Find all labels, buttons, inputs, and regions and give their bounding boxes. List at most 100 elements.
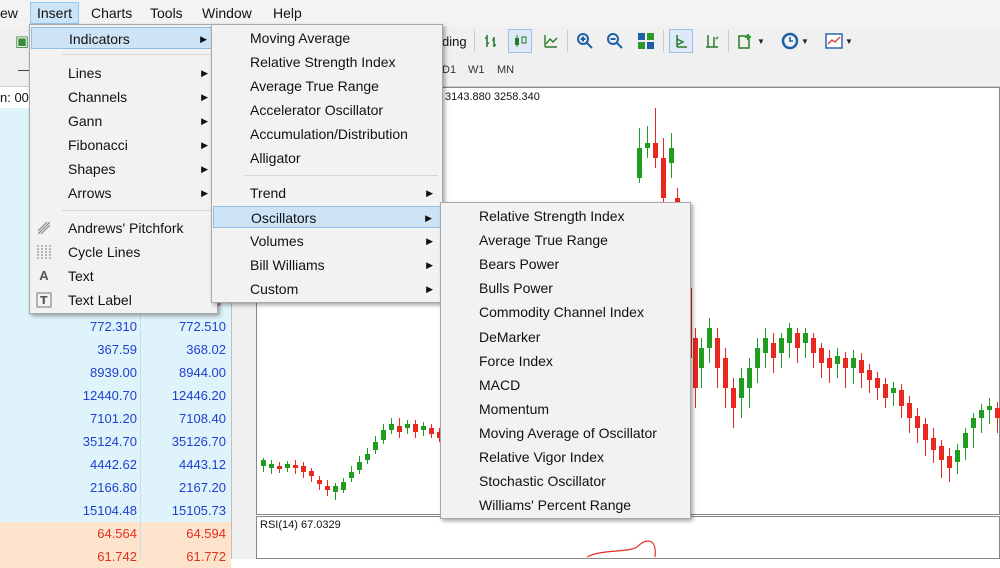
market-watch-row[interactable]: 12440.70 12446.20 [0, 384, 231, 407]
candlestick-icon[interactable] [508, 29, 532, 53]
auto-scroll-icon[interactable] [700, 29, 724, 53]
text-icon: A [39, 268, 49, 283]
algo-trading-label[interactable]: ding [442, 34, 467, 49]
insert-menu-item-text[interactable]: A Text [31, 265, 216, 287]
menu-charts[interactable]: Charts [85, 3, 138, 23]
indicator-menu-item-moving-average[interactable]: Moving Average [213, 27, 441, 49]
oscillator-item-demarker[interactable]: DeMarker [442, 326, 689, 348]
menu-insert[interactable]: Insert [30, 2, 80, 24]
insert-menu-item-andrews-pitchfork[interactable]: Andrews' Pitchfork [31, 217, 216, 239]
oscillator-item-bulls-power[interactable]: Bulls Power [442, 277, 689, 299]
indicators-dropdown-icon[interactable]: ▼ [734, 29, 768, 53]
timeframe-w1[interactable]: W1 [468, 64, 485, 76]
timeframe-d1[interactable]: D1 [442, 64, 456, 76]
market-watch-row[interactable]: 7101.20 7108.40 [0, 407, 231, 430]
indicator-menu-item-accelerator-oscillator[interactable]: Accelerator Oscillator [213, 99, 441, 121]
market-watch-row[interactable]: 61.742 61.772 [0, 545, 231, 568]
market-watch-row[interactable]: 35124.70 35126.70 [0, 430, 231, 453]
line-chart-icon[interactable] [539, 29, 563, 53]
indicator-menu-item-bill-williams[interactable]: Bill Williams ▶ [213, 254, 441, 276]
candle-body [269, 464, 274, 468]
candle-body [931, 438, 936, 450]
insert-menu: Indicators ▶ Lines ▶ Channels ▶ Gann ▶ Fibonacci… [29, 24, 218, 314]
menu-item-label: Moving Average [250, 30, 351, 46]
indicator-menu-item-average-true-range[interactable]: Average True Range [213, 75, 441, 97]
indicator-menu-item-trend[interactable]: Trend ▶ [213, 182, 441, 204]
ask-value: 2167.20 [179, 480, 226, 495]
oscillator-item-momentum[interactable]: Momentum [442, 398, 689, 420]
market-watch-row[interactable]: 8939.00 8944.00 [0, 361, 231, 384]
insert-menu-item-shapes[interactable]: Shapes ▶ [31, 158, 216, 180]
candle-body [971, 418, 976, 428]
periods-dropdown-icon[interactable]: ▼ [778, 29, 812, 53]
market-watch-row[interactable]: 367.59 368.02 [0, 338, 231, 361]
insert-menu-item-fibonacci[interactable]: Fibonacci ▶ [31, 134, 216, 156]
oscillator-item-commodity-channel-index[interactable]: Commodity Channel Index [442, 301, 689, 323]
market-watch-row[interactable]: 772.310 772.510 [0, 315, 231, 338]
submenu-arrow-icon: ▶ [201, 92, 208, 102]
insert-menu-item-channels[interactable]: Channels ▶ [31, 86, 216, 108]
menu-view[interactable]: ew [0, 3, 24, 23]
candle-body [795, 333, 800, 348]
insert-menu-item-cycle-lines[interactable]: Cycle Lines [31, 241, 216, 263]
indicator-menu-item-custom[interactable]: Custom ▶ [213, 278, 441, 300]
oscillator-item-bears-power[interactable]: Bears Power [442, 253, 689, 275]
candle-body [373, 442, 378, 450]
ask-value: 12446.20 [171, 388, 226, 403]
bid-value: 772.310 [90, 319, 137, 334]
menu-item-label: Fibonacci [68, 137, 128, 153]
insert-menu-item-arrows[interactable]: Arrows ▶ [31, 182, 216, 204]
candle-body [843, 358, 848, 368]
insert-menu-item-lines[interactable]: Lines ▶ [31, 62, 216, 84]
ask-value: 368.02 [186, 342, 226, 357]
ask-value: 772.510 [179, 319, 226, 334]
zoom-out-icon[interactable] [603, 29, 627, 53]
oscillator-item-force-index[interactable]: Force Index [442, 350, 689, 372]
menu-item-label: Relative Vigor Index [479, 449, 605, 465]
candle-body [899, 390, 904, 406]
oscillator-item-average-true-range[interactable]: Average True Range [442, 229, 689, 251]
bar-chart-icon[interactable] [479, 29, 503, 53]
menu-item-label: Bill Williams [250, 257, 325, 273]
menu-item-label: Indicators [69, 31, 130, 47]
rsi-subwindow[interactable]: RSI(14) 67.0329 [256, 516, 1000, 559]
submenu-arrow-icon: ▶ [426, 260, 433, 270]
menu-item-label: Bulls Power [479, 280, 553, 297]
oscillator-item-stochastic-oscillator[interactable]: Stochastic Oscillator [442, 470, 689, 492]
market-watch-row[interactable]: 2166.80 2167.20 [0, 476, 231, 499]
menu-help[interactable]: Help [267, 3, 308, 23]
oscillator-item-moving-average-of-oscillator[interactable]: Moving Average of Oscillator [442, 422, 689, 444]
market-watch-row[interactable]: 64.564 64.594 [0, 522, 231, 545]
indicator-menu-item-relative-strength-index[interactable]: Relative Strength Index [213, 51, 441, 73]
candle-body [779, 338, 784, 353]
chart-shift-icon[interactable] [669, 29, 693, 53]
insert-menu-item-gann[interactable]: Gann ▶ [31, 110, 216, 132]
indicator-menu-item-accumulation-distribution[interactable]: Accumulation/Distribution [213, 123, 441, 145]
timeframe-mn[interactable]: MN [497, 64, 514, 76]
menu-item-label: Average True Range [250, 78, 379, 94]
candle-body [771, 343, 776, 358]
oscillator-item-macd[interactable]: MACD [442, 374, 689, 396]
indicator-menu-item-oscillators[interactable]: Oscillators ▶ [213, 206, 441, 228]
submenu-arrow-icon: ▶ [201, 188, 208, 198]
submenu-arrow-icon: ▶ [425, 213, 432, 223]
indicator-menu-item-alligator[interactable]: Alligator [213, 147, 441, 169]
zoom-in-icon[interactable] [573, 29, 597, 53]
insert-menu-item-text-label[interactable]: T Text Label [31, 289, 216, 311]
insert-menu-item-indicators[interactable]: Indicators ▶ [31, 27, 216, 49]
tile-windows-icon[interactable] [634, 29, 658, 53]
oscillator-item-relative-strength-index[interactable]: Relative Strength Index [442, 205, 689, 227]
indicator-menu-item-volumes[interactable]: Volumes ▶ [213, 230, 441, 252]
menu-tools[interactable]: Tools [144, 3, 189, 23]
submenu-arrow-icon: ▶ [426, 284, 433, 294]
candle-body [429, 428, 434, 434]
oscillator-item-williams-percent-range[interactable]: Williams' Percent Range [442, 494, 689, 516]
menu-item-label: Oscillators [251, 210, 317, 226]
menu-window[interactable]: Window [196, 3, 258, 23]
market-watch-row[interactable]: 4442.62 4443.12 [0, 453, 231, 476]
market-watch-row[interactable]: 15104.48 15105.73 [0, 499, 231, 522]
oscillator-item-relative-vigor-index[interactable]: Relative Vigor Index [442, 446, 689, 468]
candle-body [421, 426, 426, 430]
templates-dropdown-icon[interactable]: ▼ [822, 29, 856, 53]
candle-body [963, 433, 968, 448]
